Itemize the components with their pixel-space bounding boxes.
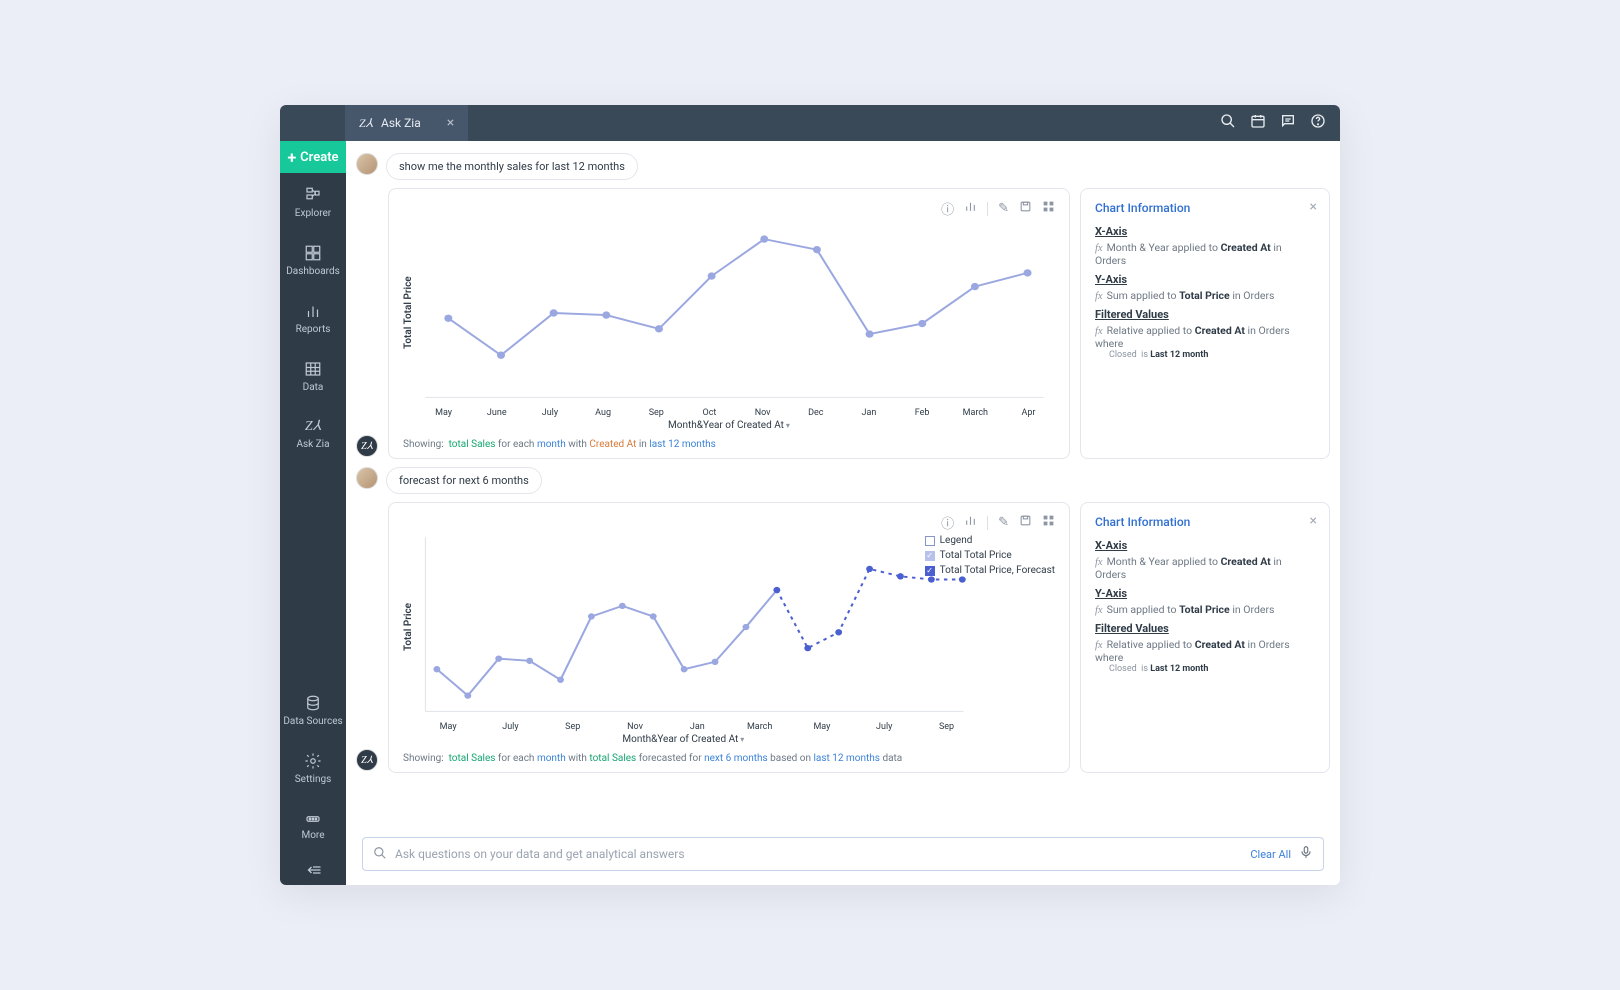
create-label: Create	[300, 150, 338, 165]
plus-icon: +	[287, 148, 296, 167]
close-icon[interactable]: ×	[1310, 513, 1317, 529]
chart-plot-1	[414, 218, 1055, 408]
user-message-1: show me the monthly sales for last 12 mo…	[356, 153, 1330, 180]
user-bubble: forecast for next 6 months	[386, 467, 542, 494]
x-ticks-1: MayJuneJuly AugSepOct NovDecJan FebMarch…	[417, 408, 1055, 418]
clear-all-button[interactable]: Clear All	[1250, 848, 1291, 861]
composer: Clear All	[362, 837, 1324, 871]
chart-card-1: ⓘ ✎ Total Total Price	[388, 188, 1070, 459]
chart-toolbar: ⓘ ✎	[403, 513, 1055, 532]
chart-card-2: ⓘ ✎ ✓Legend ✓Total Total Price ✓Total	[388, 502, 1070, 773]
chart-info-panel-2: × Chart Information X-Axis fxMonth & Yea…	[1080, 502, 1330, 773]
save-icon[interactable]	[1019, 514, 1032, 531]
x-axis-label[interactable]: Month&Year of Created At▾	[403, 734, 964, 745]
zia-icon: Z⅄	[305, 418, 321, 435]
sidebar-item-settings[interactable]: Settings	[280, 739, 346, 797]
y-axis-label: Total Price	[403, 532, 414, 722]
zia-avatar: Z⅄	[356, 435, 378, 457]
chart-plot-2	[414, 532, 1055, 722]
help-icon[interactable]	[1310, 113, 1326, 133]
y-axis-label: Total Total Price	[403, 218, 414, 408]
zia-response-2: Z⅄ ⓘ ✎ ✓Legend	[356, 502, 1330, 773]
nav-bottom: Data Sources Settings More	[280, 681, 346, 855]
grid-icon[interactable]	[1042, 514, 1055, 531]
tab-ask-zia[interactable]: Z⅄ Ask Zia ×	[345, 105, 468, 141]
zia-avatar: Z⅄	[356, 749, 378, 771]
sidebar-item-reports[interactable]: Reports	[280, 289, 346, 347]
sidebar-item-dashboards[interactable]: Dashboards	[280, 231, 346, 289]
info-icon[interactable]: ⓘ	[941, 199, 954, 218]
close-icon[interactable]: ×	[447, 115, 454, 131]
info-icon[interactable]: ⓘ	[941, 513, 954, 532]
grid-icon[interactable]	[1042, 200, 1055, 217]
showing-line-1: Showing: total Sales for each month with…	[403, 439, 1055, 450]
body: + Create Explorer Dashboards Reports	[280, 141, 1340, 885]
zia-logo-icon: Z⅄	[359, 116, 373, 131]
chart-type-icon[interactable]	[964, 200, 977, 217]
x-axis-label[interactable]: Month&Year of Created At▾	[403, 420, 1055, 431]
save-icon[interactable]	[1019, 200, 1032, 217]
calendar-icon[interactable]	[1250, 113, 1266, 133]
chat-scroll[interactable]: show me the monthly sales for last 12 mo…	[346, 141, 1340, 829]
user-bubble: show me the monthly sales for last 12 mo…	[386, 153, 638, 180]
user-avatar	[356, 153, 378, 175]
sidebar-item-data-sources[interactable]: Data Sources	[280, 681, 346, 739]
showing-line-2: Showing: total Sales for each month with…	[403, 753, 1055, 764]
collapse-sidebar-icon[interactable]	[280, 855, 346, 885]
question-input[interactable]	[395, 847, 1242, 861]
edit-icon[interactable]: ✎	[998, 201, 1009, 216]
close-icon[interactable]: ×	[1310, 199, 1317, 215]
sidebar-item-explorer[interactable]: Explorer	[280, 173, 346, 231]
edit-icon[interactable]: ✎	[998, 515, 1009, 530]
search-icon[interactable]	[1220, 113, 1236, 133]
sidebar-item-more[interactable]: More	[280, 797, 346, 855]
topbar-actions	[1220, 113, 1340, 133]
sidebar-item-ask-zia[interactable]: Z⅄ Ask Zia	[280, 405, 346, 463]
zia-response-1: Z⅄ ⓘ ✎ Total To	[356, 188, 1330, 459]
x-ticks-2: MayJulySep NovJanMarch MayJulySep	[417, 722, 978, 732]
topbar: Z⅄ Ask Zia ×	[280, 105, 1340, 141]
chart-toolbar: ⓘ ✎	[403, 199, 1055, 218]
app-window: Z⅄ Ask Zia × + Create Explorer	[280, 105, 1340, 885]
tab-title: Ask Zia	[381, 116, 421, 130]
user-avatar	[356, 467, 378, 489]
sidebar: + Create Explorer Dashboards Reports	[280, 141, 346, 885]
chart-info-panel-1: × Chart Information X-Axis fxMonth & Yea…	[1080, 188, 1330, 459]
user-message-2: forecast for next 6 months	[356, 467, 1330, 494]
info-title: Chart Information	[1095, 515, 1315, 529]
mic-icon[interactable]	[1299, 844, 1313, 864]
info-title: Chart Information	[1095, 201, 1315, 215]
create-button[interactable]: + Create	[280, 141, 346, 173]
sidebar-item-data[interactable]: Data	[280, 347, 346, 405]
chart-type-icon[interactable]	[964, 514, 977, 531]
nav-top: Explorer Dashboards Reports Data Z⅄ Ask …	[280, 173, 346, 463]
composer-box[interactable]: Clear All	[362, 837, 1324, 871]
chat-icon[interactable]	[1280, 113, 1296, 133]
main: show me the monthly sales for last 12 mo…	[346, 141, 1340, 885]
search-icon	[373, 845, 387, 864]
